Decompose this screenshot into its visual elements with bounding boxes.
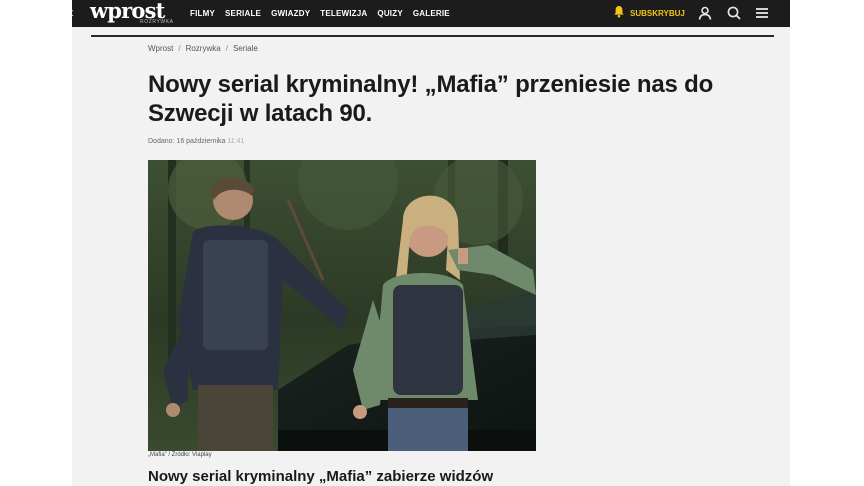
- logo-text: wprost: [90, 0, 165, 23]
- main-nav: FILMY SERIALE GWIAZDY TELEWIZJA QUIZY GA…: [190, 0, 450, 27]
- breadcrumb-separator: /: [225, 44, 228, 53]
- added-label: Dodano:: [148, 138, 175, 145]
- nav-item-gwiazdy[interactable]: GWIAZDY: [271, 9, 310, 18]
- bell-icon: [613, 5, 625, 23]
- breadcrumb-item-wprost[interactable]: Wprost: [148, 44, 173, 53]
- subscribe-label: SUBSKRYBUJ: [630, 9, 685, 18]
- breadcrumb-item-seriale[interactable]: Seriale: [233, 44, 258, 53]
- nav-item-galerie[interactable]: GALERIE: [413, 9, 450, 18]
- top-navigation-bar: ‹ wprost ROZRYWKA FILMY SERIALE GWIAZDY …: [72, 0, 790, 27]
- logo-subtitle: ROZRYWKA: [140, 19, 174, 25]
- breadcrumb: Wprost / Rozrywka / Seriale: [148, 44, 258, 53]
- article-meta: Dodano: 16 października 11:41: [148, 138, 244, 145]
- search-icon[interactable]: [726, 5, 742, 21]
- site-logo[interactable]: wprost ROZRYWKA: [90, 0, 173, 27]
- article-lead: Nowy serial kryminalny „Mafia” zabierze …: [148, 468, 494, 485]
- article-photo-illustration: [148, 160, 536, 451]
- header-divider: [91, 35, 774, 37]
- menu-icon[interactable]: [754, 5, 770, 21]
- breadcrumb-separator: /: [178, 44, 181, 53]
- article-title: Nowy serial kryminalny! „Mafia” przenies…: [148, 71, 714, 127]
- right-margin: [790, 0, 864, 486]
- article-photo[interactable]: [148, 160, 536, 451]
- nav-item-filmy[interactable]: FILMY: [190, 9, 215, 18]
- photo-caption: „Mafia” / Źródło: Viaplay: [148, 452, 212, 458]
- nav-item-quizy[interactable]: QUIZY: [377, 9, 402, 18]
- publish-time: 11:41: [227, 138, 245, 145]
- breadcrumb-item-rozrywka[interactable]: Rozrywka: [186, 44, 221, 53]
- back-arrow-icon[interactable]: ‹: [72, 4, 81, 22]
- nav-item-seriale[interactable]: SERIALE: [225, 9, 261, 18]
- publish-date: 16 października: [176, 138, 226, 145]
- page: ‹ wprost ROZRYWKA FILMY SERIALE GWIAZDY …: [72, 0, 790, 486]
- user-icon[interactable]: [697, 5, 713, 21]
- nav-item-telewizja[interactable]: TELEWIZJA: [320, 9, 367, 18]
- subscribe-button[interactable]: SUBSKRYBUJ: [613, 0, 685, 27]
- left-margin: [0, 0, 72, 486]
